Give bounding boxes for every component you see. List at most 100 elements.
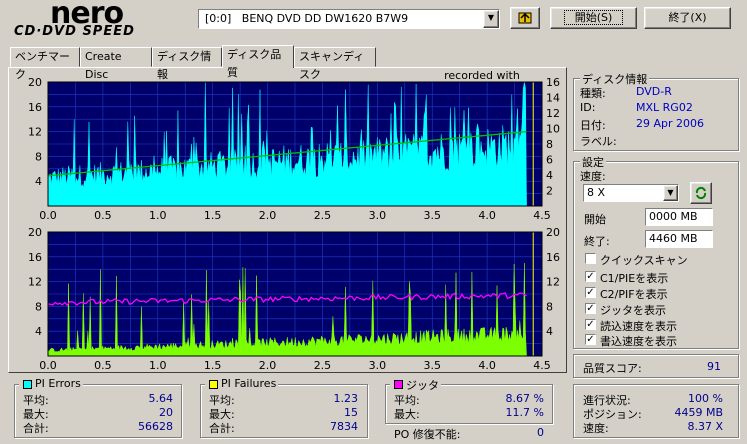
disc-type-label: 種類: bbox=[580, 87, 606, 100]
speed-select-value: 8 X bbox=[587, 186, 606, 199]
quick-scan-checkbox[interactable] bbox=[585, 253, 596, 264]
y-left-tick-label: 20 bbox=[28, 226, 42, 239]
quality-score-label: 品質スコア: bbox=[583, 362, 642, 375]
x-tick-label: 2.0 bbox=[259, 359, 277, 372]
x-tick-label: 0.5 bbox=[94, 359, 112, 372]
show-read-speed-label: 読込速度を表示 bbox=[600, 320, 677, 333]
start-button[interactable]: 開始(S) bbox=[550, 7, 637, 29]
drive-select[interactable]: [0:0] BENQ DVD DD DW1620 B7W9 ▼ bbox=[198, 9, 500, 29]
y-right-tick-label: 20 bbox=[546, 226, 560, 239]
x-tick-label: 2.5 bbox=[314, 209, 332, 220]
jitter-swatch bbox=[394, 380, 403, 389]
quick-scan-label: クイックスキャン bbox=[600, 254, 688, 267]
tab-scan-disc[interactable]: スキャンディスク bbox=[294, 47, 376, 81]
disc-label-label: ラベル: bbox=[580, 135, 617, 148]
jitter-title: ジッタ bbox=[406, 379, 439, 392]
y-right-tick-label: 8 bbox=[546, 300, 553, 313]
eject-icon-button[interactable] bbox=[510, 7, 540, 29]
progress-position-value: 4459 MB bbox=[674, 406, 723, 419]
logo-product: CD·DVD SPEED bbox=[14, 24, 135, 39]
x-tick-label: 2.5 bbox=[314, 359, 332, 372]
pi-failures-max: 15 bbox=[344, 406, 358, 419]
y-right-tick-label: 4 bbox=[546, 325, 553, 338]
pi-failures-total: 7834 bbox=[330, 420, 358, 433]
nero-logo: nero CD·DVD SPEED bbox=[0, 0, 190, 44]
x-tick-label: 0.5 bbox=[94, 209, 112, 220]
show-jitter-checkbox[interactable]: ✓ bbox=[585, 303, 596, 314]
y-right-tick-label: 12 bbox=[546, 107, 560, 120]
pi-errors-swatch bbox=[23, 380, 32, 389]
exit-button[interactable]: 終了(X) bbox=[644, 7, 731, 29]
y-left-tick-label: 12 bbox=[28, 276, 42, 289]
pi-errors-total-label: 合計: bbox=[23, 422, 49, 435]
y-right-tick-label: 10 bbox=[546, 123, 560, 136]
x-tick-label: 4.0 bbox=[478, 359, 496, 372]
show-read-speed-checkbox[interactable]: ✓ bbox=[585, 319, 596, 330]
end-position-label: 終了: bbox=[584, 235, 610, 248]
jitter-max-label: 最大: bbox=[394, 408, 420, 421]
show-pif-label: C2/PIFを表示 bbox=[600, 288, 668, 301]
show-write-speed-label: 書込速度を表示 bbox=[600, 335, 677, 348]
x-tick-label: 3.5 bbox=[423, 209, 441, 220]
tab-benchmark[interactable]: ベンチマーク bbox=[10, 47, 80, 81]
tab-create-disc[interactable]: Create Disc bbox=[80, 47, 152, 81]
pi-failures-total-label: 合計: bbox=[209, 422, 235, 435]
pi-failures-title: PI Failures bbox=[221, 377, 277, 390]
drive-select-dropdown-button[interactable]: ▼ bbox=[483, 10, 499, 28]
y-left-tick-label: 4 bbox=[35, 175, 42, 188]
x-tick-label: 3.0 bbox=[369, 209, 387, 220]
hand-icon bbox=[518, 12, 532, 24]
disc-id-value: MXL RG02 bbox=[636, 101, 693, 114]
y-left-tick-label: 8 bbox=[35, 300, 42, 313]
x-tick-label: 2.0 bbox=[259, 209, 277, 220]
speed-select[interactable]: 8 X ▼ bbox=[583, 184, 679, 202]
x-tick-label: 3.5 bbox=[423, 359, 441, 372]
end-position-input[interactable]: 4460 MB bbox=[645, 230, 713, 248]
x-tick-label: 0.0 bbox=[39, 209, 57, 220]
x-tick-label: 4.0 bbox=[478, 209, 496, 220]
x-tick-label: 1.5 bbox=[204, 209, 222, 220]
show-pie-label: C1/PIEを表示 bbox=[600, 272, 669, 285]
y-right-tick-label: 16 bbox=[546, 251, 560, 264]
show-pif-checkbox[interactable]: ✓ bbox=[585, 287, 596, 298]
progress-speed-value: 8.37 X bbox=[687, 420, 723, 433]
y-left-tick-label: 12 bbox=[28, 126, 42, 139]
y-right-tick-label: 6 bbox=[546, 154, 553, 167]
y-left-tick-label: 20 bbox=[28, 76, 42, 89]
quality-score-value: 91 bbox=[707, 360, 721, 373]
y-right-tick-label: 16 bbox=[546, 76, 560, 89]
tab-disc-quality[interactable]: ディスク品質 bbox=[222, 45, 294, 79]
drive-select-value: [0:0] BENQ DVD DD DW1620 B7W9 bbox=[205, 12, 409, 25]
pi-errors-total: 56628 bbox=[138, 420, 173, 433]
show-jitter-label: ジッタを表示 bbox=[600, 304, 666, 317]
disc-id-label: ID: bbox=[580, 101, 596, 114]
refresh-speed-button[interactable] bbox=[690, 182, 712, 204]
disc-date-label: 日付: bbox=[580, 119, 606, 132]
tab-disc-info[interactable]: ディスク情報 bbox=[152, 47, 222, 81]
speed-label: 速度: bbox=[580, 170, 606, 183]
disc-type-value: DVD-R bbox=[636, 85, 672, 98]
y-right-tick-label: 8 bbox=[546, 138, 553, 151]
x-tick-label: 4.5 bbox=[533, 209, 551, 220]
y-left-tick-label: 16 bbox=[28, 251, 42, 264]
refresh-icon bbox=[695, 186, 707, 200]
y-left-tick-label: 4 bbox=[35, 325, 42, 338]
show-pie-checkbox[interactable]: ✓ bbox=[585, 271, 596, 282]
show-write-speed-checkbox[interactable]: ✓ bbox=[585, 334, 596, 345]
pi-errors-max: 20 bbox=[159, 406, 173, 419]
jitter-max: 11.7 % bbox=[505, 406, 544, 419]
y-right-tick-label: 14 bbox=[546, 92, 560, 105]
x-tick-label: 4.5 bbox=[533, 359, 551, 372]
recorded-with-label: recorded with bbox=[444, 69, 520, 82]
speed-dropdown-button[interactable]: ▼ bbox=[663, 185, 678, 201]
pi-errors-avg: 5.64 bbox=[148, 392, 174, 405]
disc-date-value: 29 Apr 2006 bbox=[636, 117, 705, 130]
y-left-tick-label: 16 bbox=[28, 101, 42, 114]
x-tick-label: 1.5 bbox=[204, 359, 222, 372]
start-position-input[interactable]: 0000 MB bbox=[645, 208, 713, 226]
progress-speed-label: 速度: bbox=[583, 422, 609, 435]
po-label: PO 修復不能: bbox=[394, 428, 461, 441]
pi-failures-avg: 1.23 bbox=[333, 392, 359, 405]
x-tick-label: 3.0 bbox=[369, 359, 387, 372]
jitter-avg: 8.67 % bbox=[505, 392, 544, 405]
